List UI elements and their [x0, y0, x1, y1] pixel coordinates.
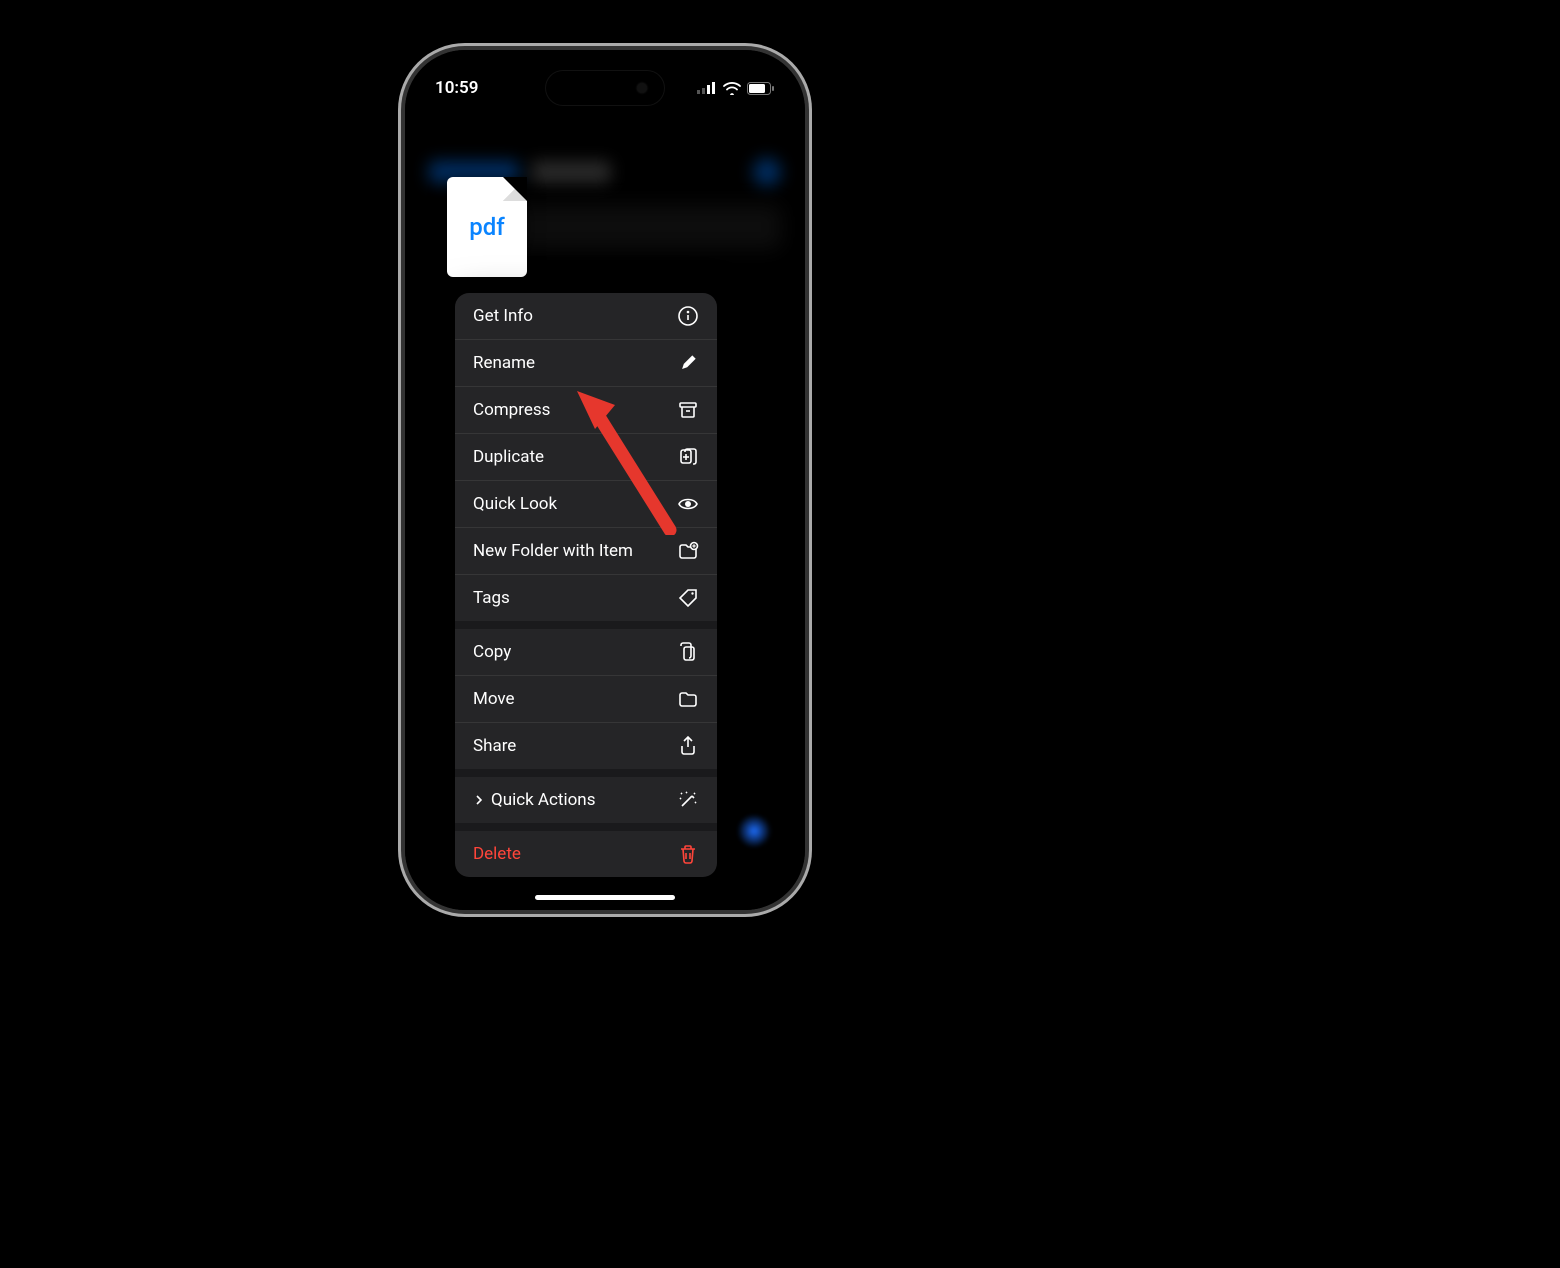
dynamic-island [545, 70, 665, 106]
menu-group-1: Get Info Rename Compress Duplicate Quick… [455, 293, 717, 621]
duplicate-icon [677, 446, 699, 468]
menu-group-2: Copy Move Share [455, 629, 717, 769]
menu-quick-actions[interactable]: Quick Actions [455, 777, 717, 823]
pencil-icon [677, 352, 699, 374]
menu-separator [455, 621, 717, 629]
info-icon [677, 305, 699, 327]
file-type-label: pdf [469, 213, 504, 241]
context-menu: Get Info Rename Compress Duplicate Quick… [455, 293, 717, 877]
copy-icon [677, 641, 699, 663]
menu-item-label: Delete [473, 844, 521, 864]
menu-item-label: Compress [473, 400, 550, 420]
menu-item-label: Quick Actions [491, 790, 595, 810]
menu-separator [455, 769, 717, 777]
menu-new-folder-with-item[interactable]: New Folder with Item [455, 528, 717, 575]
menu-item-label: New Folder with Item [473, 541, 633, 561]
menu-separator [455, 823, 717, 831]
menu-share[interactable]: Share [455, 723, 717, 769]
menu-get-info[interactable]: Get Info [455, 293, 717, 340]
trash-icon [677, 843, 699, 865]
home-indicator [535, 895, 675, 900]
folder-icon [677, 688, 699, 710]
menu-duplicate[interactable]: Duplicate [455, 434, 717, 481]
menu-group-4: Delete [455, 831, 717, 877]
chevron-right-icon [473, 794, 485, 806]
phone-frame: 10:59 pdf Get Info Rename Comp [405, 50, 805, 910]
menu-item-label: Tags [473, 588, 510, 608]
menu-item-label: Share [473, 736, 516, 756]
background-accent-dot [737, 814, 771, 848]
wand-icon [677, 789, 699, 811]
archivebox-icon [677, 399, 699, 421]
menu-move[interactable]: Move [455, 676, 717, 723]
menu-item-label: Copy [473, 642, 511, 662]
menu-quick-look[interactable]: Quick Look [455, 481, 717, 528]
menu-item-label: Quick Look [473, 494, 557, 514]
share-icon [677, 735, 699, 757]
tag-icon [677, 587, 699, 609]
battery-icon [747, 82, 775, 95]
status-time: 10:59 [435, 78, 478, 98]
folder-plus-icon [677, 540, 699, 562]
status-indicators [697, 82, 775, 95]
file-row-blurred [510, 205, 781, 249]
eye-icon [677, 493, 699, 515]
menu-tags[interactable]: Tags [455, 575, 717, 621]
menu-item-label: Move [473, 689, 515, 709]
menu-item-label: Rename [473, 353, 535, 373]
menu-item-label: Get Info [473, 306, 533, 326]
menu-rename[interactable]: Rename [455, 340, 717, 387]
file-thumbnail-pdf[interactable]: pdf [447, 177, 527, 277]
menu-copy[interactable]: Copy [455, 629, 717, 676]
cellular-icon [697, 82, 717, 94]
menu-compress[interactable]: Compress [455, 387, 717, 434]
menu-delete[interactable]: Delete [455, 831, 717, 877]
menu-group-3: Quick Actions [455, 777, 717, 823]
menu-item-label: Duplicate [473, 447, 544, 467]
wifi-icon [723, 82, 741, 95]
